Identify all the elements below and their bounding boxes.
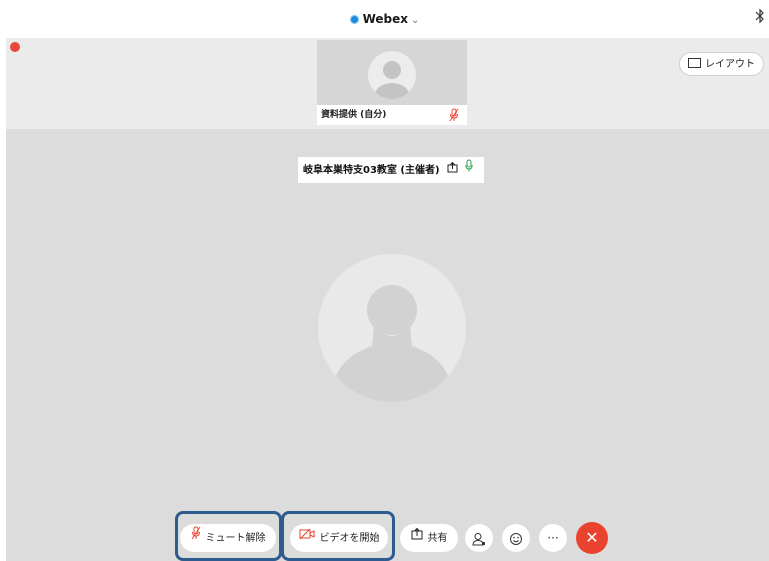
participants-button[interactable]: [465, 524, 493, 552]
bluetooth-icon: [755, 8, 765, 28]
unmute-highlight: [175, 511, 282, 561]
layout-button[interactable]: レイアウト: [679, 52, 764, 76]
share-label: 共有: [427, 533, 448, 544]
host-avatar: [318, 254, 466, 402]
webex-logo-icon: [349, 15, 359, 24]
layout-grid-icon: [688, 58, 701, 68]
reactions-button[interactable]: [502, 524, 530, 552]
self-name-text: 資料提供 (自分): [321, 110, 387, 120]
chevron-down-icon: ⌄: [411, 15, 420, 26]
layout-button-label: レイアウト: [705, 59, 755, 70]
participants-icon: [472, 532, 485, 545]
share-icon: [447, 158, 458, 184]
avatar: [368, 51, 416, 99]
more-icon: ···: [547, 531, 559, 545]
start-video-highlight: [281, 511, 395, 561]
end-call-button[interactable]: ✕: [576, 522, 608, 554]
close-icon: ✕: [585, 528, 599, 547]
share-button[interactable]: 共有: [400, 524, 458, 552]
app-title[interactable]: Webex ⌄: [0, 12, 769, 26]
app-title-text: Webex: [362, 12, 409, 26]
more-options-button[interactable]: ···: [539, 524, 567, 552]
mic-muted-icon: [449, 108, 459, 122]
self-name-label: 資料提供 (自分): [317, 105, 467, 125]
host-name-label: 岐阜本巣特支03教室 (主催者): [298, 157, 484, 183]
smiley-icon: [510, 532, 522, 545]
share-icon: [411, 524, 423, 552]
host-name-text: 岐阜本巣特支03教室 (主催者): [303, 165, 440, 176]
notification-badge[interactable]: [10, 42, 20, 52]
mic-icon: [464, 157, 473, 183]
